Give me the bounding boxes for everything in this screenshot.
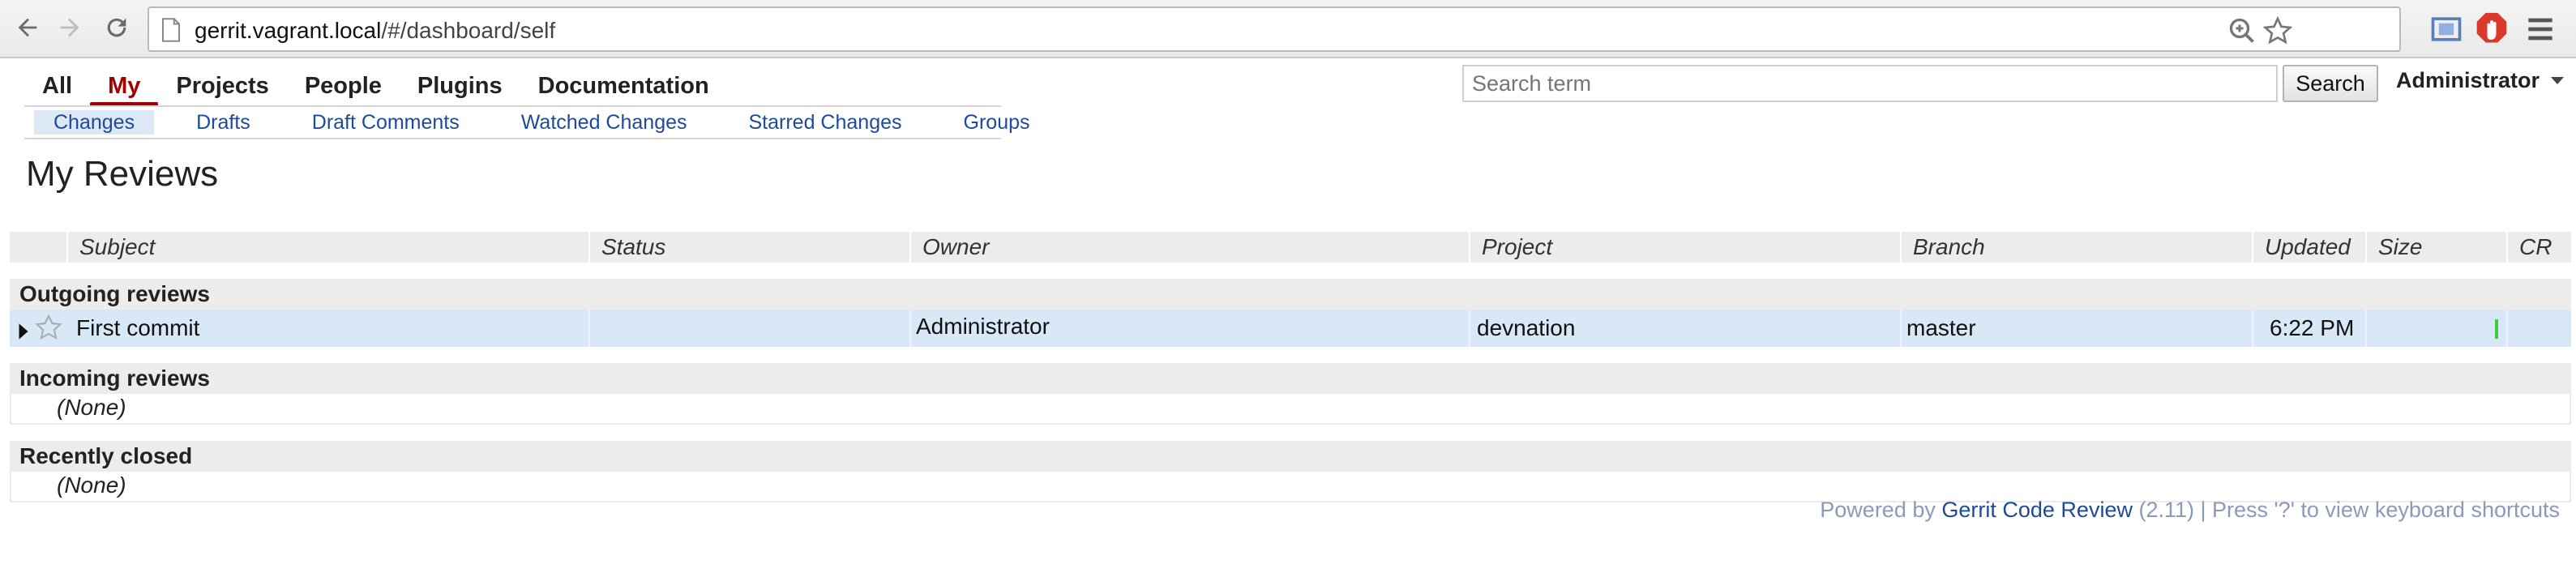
address-url: gerrit.vagrant.local/#/dashboard/self bbox=[195, 18, 555, 44]
search-button[interactable]: Search bbox=[2283, 65, 2378, 102]
column-separator bbox=[2506, 310, 2508, 347]
submenu-watched-changes[interactable]: Watched Changes bbox=[502, 110, 707, 135]
column-separator bbox=[2365, 310, 2367, 347]
change-project-link[interactable]: devnation bbox=[1477, 314, 1575, 342]
column-separator bbox=[2506, 232, 2508, 263]
column-separator bbox=[66, 232, 68, 263]
footer-suffix: (2.11) | Press '?' to view keyboard shor… bbox=[2132, 498, 2560, 522]
forward-button[interactable] bbox=[52, 10, 88, 45]
submenu-divider bbox=[24, 138, 1001, 139]
zoom-icon[interactable] bbox=[2227, 16, 2257, 45]
section-incoming-reviews: Incoming reviews bbox=[10, 363, 2571, 394]
change-subject-link[interactable]: First commit bbox=[76, 314, 199, 342]
column-separator bbox=[588, 232, 590, 263]
browser-toolbar: gerrit.vagrant.local/#/dashboard/self bbox=[0, 0, 2576, 58]
forward-arrow-icon bbox=[60, 18, 79, 37]
change-updated: 6:22 PM bbox=[2270, 315, 2355, 340]
footer: Powered by Gerrit Code Review (2.11) | P… bbox=[1820, 498, 2560, 523]
column-header-subject: Subject bbox=[79, 234, 156, 259]
back-button[interactable] bbox=[10, 10, 45, 45]
menu-my[interactable]: My bbox=[90, 70, 159, 107]
column-header-project: Project bbox=[1482, 234, 1553, 259]
column-separator bbox=[2252, 232, 2253, 263]
section-recently-closed: Recently closed bbox=[10, 441, 2571, 472]
user-menu[interactable]: Administrator bbox=[2396, 68, 2565, 93]
submenu-groups[interactable]: Groups bbox=[944, 110, 1050, 135]
page-title: My Reviews bbox=[26, 154, 219, 194]
column-header-branch: Branch bbox=[1913, 234, 1985, 259]
cast-icon[interactable] bbox=[2428, 11, 2464, 47]
column-separator bbox=[2365, 232, 2367, 263]
adblock-icon[interactable] bbox=[2474, 11, 2510, 47]
incoming-empty-text: (None) bbox=[10, 394, 2571, 425]
column-separator bbox=[588, 310, 590, 347]
column-separator bbox=[1469, 232, 1470, 263]
column-separator bbox=[1900, 310, 1902, 347]
menu-all[interactable]: All bbox=[24, 70, 90, 107]
column-header-owner: Owner bbox=[922, 234, 990, 259]
table-spacer bbox=[10, 425, 2571, 441]
changes-table: Subject Status Owner Project Branch Upda… bbox=[10, 232, 2571, 502]
search-input[interactable] bbox=[1462, 65, 2278, 102]
page-icon bbox=[162, 18, 180, 42]
reload-icon bbox=[107, 18, 126, 37]
bookmark-star-icon[interactable] bbox=[2263, 16, 2292, 45]
expand-arrow-icon[interactable] bbox=[18, 319, 29, 347]
menu-documentation[interactable]: Documentation bbox=[520, 70, 727, 107]
sub-menu: Changes Drafts Draft Comments Watched Ch… bbox=[34, 110, 1072, 136]
table-spacer bbox=[10, 347, 2571, 363]
column-separator bbox=[909, 232, 911, 263]
column-separator bbox=[1900, 232, 1902, 263]
menu-divider bbox=[24, 105, 1001, 107]
column-separator bbox=[2252, 310, 2253, 347]
url-path: /#/dashboard/self bbox=[381, 18, 556, 43]
menu-people[interactable]: People bbox=[287, 70, 400, 107]
submenu-drafts[interactable]: Drafts bbox=[177, 110, 270, 135]
footer-prefix: Powered by bbox=[1820, 498, 1942, 522]
submenu-draft-comments[interactable]: Draft Comments bbox=[293, 110, 479, 135]
menu-projects[interactable]: Projects bbox=[158, 70, 286, 107]
menu-plugins[interactable]: Plugins bbox=[400, 70, 520, 107]
column-separator bbox=[909, 310, 911, 347]
column-separator bbox=[1469, 310, 1470, 347]
table-row[interactable]: First commit Administrator devnation mas… bbox=[10, 310, 2571, 347]
section-outgoing-reviews: Outgoing reviews bbox=[10, 279, 2571, 310]
user-name: Administrator bbox=[2396, 68, 2540, 92]
column-header-size: Size bbox=[2378, 234, 2423, 259]
table-spacer bbox=[10, 263, 2571, 279]
url-host: gerrit.vagrant.local bbox=[195, 18, 382, 43]
gerrit-link[interactable]: Gerrit Code Review bbox=[1941, 498, 2133, 522]
submenu-changes[interactable]: Changes bbox=[34, 110, 155, 135]
column-header-status: Status bbox=[601, 234, 666, 259]
submenu-starred-changes[interactable]: Starred Changes bbox=[730, 110, 922, 135]
column-header-cr: CR bbox=[2519, 234, 2552, 259]
chevron-down-icon bbox=[2551, 77, 2565, 84]
change-branch-link[interactable]: master bbox=[1906, 314, 1976, 342]
table-header: Subject Status Owner Project Branch Upda… bbox=[10, 232, 2571, 263]
address-bar[interactable]: gerrit.vagrant.local/#/dashboard/self bbox=[148, 6, 2401, 52]
back-arrow-icon bbox=[18, 18, 37, 37]
top-menu: All My Projects People Plugins Documenta… bbox=[24, 70, 727, 107]
change-owner-link[interactable]: Administrator bbox=[916, 313, 1050, 340]
reload-button[interactable] bbox=[99, 10, 135, 45]
star-icon[interactable] bbox=[34, 313, 63, 348]
change-size-bar bbox=[2495, 319, 2498, 339]
menu-icon[interactable] bbox=[2523, 11, 2558, 47]
column-header-updated: Updated bbox=[2265, 234, 2351, 259]
